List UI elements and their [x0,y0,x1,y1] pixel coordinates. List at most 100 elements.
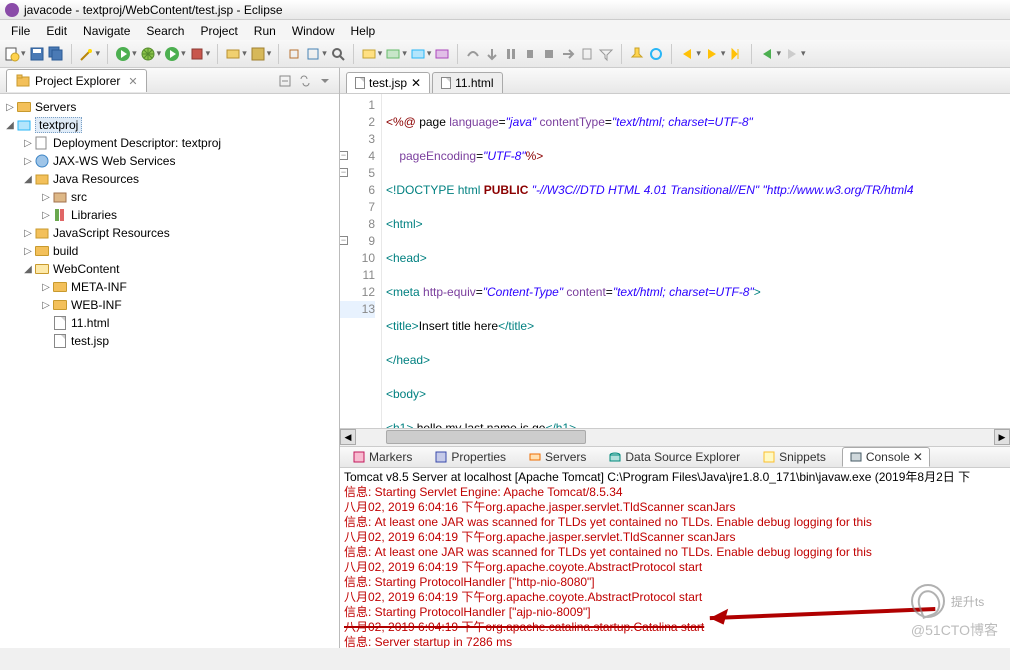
bottom-view-tabs: Markers Properties Servers Data Source E… [340,446,1010,468]
debug-icon[interactable] [140,46,156,62]
link-editor-icon[interactable] [297,73,313,89]
menu-bar: File Edit Navigate Search Project Run Wi… [0,20,1010,40]
nav-icon-2[interactable] [385,46,401,62]
forward-icon[interactable] [784,46,800,62]
prev-edit-icon[interactable] [679,46,695,62]
open-type-icon[interactable] [286,46,302,62]
project-explorer-pane: Project Explorer ✕ ▷ Servers ◢ textproj ▷ D… [0,68,340,648]
collapse-icon[interactable]: ◢ [4,120,16,131]
toggle-icon[interactable] [648,46,664,62]
close-icon[interactable]: ✕ [411,76,421,90]
expand-icon[interactable]: ▷ [4,102,16,113]
external-tools-icon[interactable] [189,46,205,62]
expand-icon[interactable]: ▷ [40,210,52,221]
run-last-icon[interactable] [164,46,180,62]
drop-frame-icon[interactable] [579,46,595,62]
code-editor[interactable]: 123 4− 5− 678 9− 101112 13 <%@ page lang… [340,94,1010,428]
step-return-icon[interactable] [560,46,576,62]
expand-icon[interactable]: ▷ [22,246,34,257]
expand-icon[interactable]: ▷ [40,192,52,203]
project-explorer-tab[interactable]: Project Explorer ✕ [6,69,147,92]
tab-properties[interactable]: Properties [428,448,512,466]
tree-javares[interactable]: Java Resources [53,172,139,186]
nav-icon-1[interactable] [361,46,377,62]
tree-webinf[interactable]: WEB-INF [71,298,122,312]
new-server-icon[interactable] [225,46,241,62]
console-line: 信息: Server startup in 7286 ms [344,635,1006,648]
menu-file[interactable]: File [4,22,37,38]
project-explorer-title: Project Explorer [35,74,120,88]
step-into-icon[interactable] [484,46,500,62]
close-icon[interactable]: ✕ [913,450,923,464]
tree-src[interactable]: src [71,190,87,204]
save-all-icon[interactable] [48,46,64,62]
last-edit-icon[interactable] [728,46,744,62]
menu-search[interactable]: Search [139,22,191,38]
view-menu-icon[interactable] [317,73,333,89]
pin-icon[interactable] [629,46,645,62]
tree-dd[interactable]: Deployment Descriptor: textproj [53,136,221,150]
html-file-icon [441,77,451,89]
tree-libs[interactable]: Libraries [71,208,117,222]
expand-icon[interactable]: ▷ [40,282,52,293]
tree-jsres[interactable]: JavaScript Resources [53,226,170,240]
scroll-right-icon[interactable]: ▶ [994,429,1010,445]
tree-build[interactable]: build [53,244,78,258]
expand-icon[interactable]: ▷ [40,300,52,311]
tree-metainf[interactable]: META-INF [71,280,127,294]
tree-jaxws[interactable]: JAX-WS Web Services [53,154,175,168]
console-line: 信息: At least one JAR was scanned for TLD… [344,515,1006,530]
menu-run[interactable]: Run [247,22,283,38]
tab-servers[interactable]: Servers [522,448,592,466]
code-content[interactable]: <%@ page language="java" contentType="te… [382,94,1010,428]
suspend-icon[interactable] [522,46,538,62]
tree-servers[interactable]: Servers [35,100,76,114]
scroll-left-icon[interactable]: ◀ [340,429,356,445]
resume-icon[interactable] [503,46,519,62]
menu-project[interactable]: Project [193,22,244,38]
scroll-thumb[interactable] [386,430,586,444]
jsp-file-icon [355,77,365,89]
editor-hscrollbar[interactable]: ◀ ▶ [340,428,1010,446]
search-icon[interactable] [330,46,346,62]
save-icon[interactable] [29,46,45,62]
tab-console[interactable]: Console✕ [842,447,930,467]
step-over-icon[interactable] [465,46,481,62]
tab-dse[interactable]: Data Source Explorer [602,448,746,466]
menu-help[interactable]: Help [344,22,383,38]
project-explorer-icon [15,73,31,89]
next-edit-icon[interactable] [704,46,720,62]
console-line: 八月02, 2019 6:04:16 下午org.apache.jasper.s… [344,500,1006,515]
tree-file-11html[interactable]: 11.html [71,316,109,330]
run-icon[interactable] [115,46,131,62]
back-icon[interactable] [759,46,775,62]
tree-file-testjsp[interactable]: test.jsp [71,334,109,348]
menu-window[interactable]: Window [285,22,342,38]
menu-edit[interactable]: Edit [39,22,74,38]
close-icon[interactable]: ✕ [128,75,137,88]
tab-snippets[interactable]: Snippets [756,448,832,466]
step-filter-icon[interactable] [598,46,614,62]
tab-11html[interactable]: 11.html [432,72,502,93]
collapse-all-icon[interactable] [277,73,293,89]
tree-project[interactable]: textproj [35,117,82,133]
tab-markers[interactable]: Markers [346,448,418,466]
package-icon[interactable] [250,46,266,62]
collapse-icon[interactable]: ◢ [22,264,34,275]
nav-icon-4[interactable] [434,46,450,62]
expand-icon[interactable]: ▷ [22,138,34,149]
tree-webcontent[interactable]: WebContent [53,262,120,276]
open-task-icon[interactable] [305,46,321,62]
console-view[interactable]: Tomcat v8.5 Server at localhost [Apache … [340,468,1010,648]
new-icon[interactable] [4,46,20,62]
main-toolbar: ▾ ▾ ▾ ▾ ▾ ▾ ▾ ▾ ▾ ▾ ▾ ▾ [0,40,1010,68]
collapse-icon[interactable]: ◢ [22,174,34,185]
terminate-icon[interactable] [541,46,557,62]
wand-icon[interactable] [79,46,95,62]
expand-icon[interactable]: ▷ [22,156,34,167]
menu-navigate[interactable]: Navigate [76,22,137,38]
nav-icon-3[interactable] [410,46,426,62]
tab-testjsp[interactable]: test.jsp ✕ [346,72,430,93]
console-line: 信息: At least one JAR was scanned for TLD… [344,545,1006,560]
expand-icon[interactable]: ▷ [22,228,34,239]
